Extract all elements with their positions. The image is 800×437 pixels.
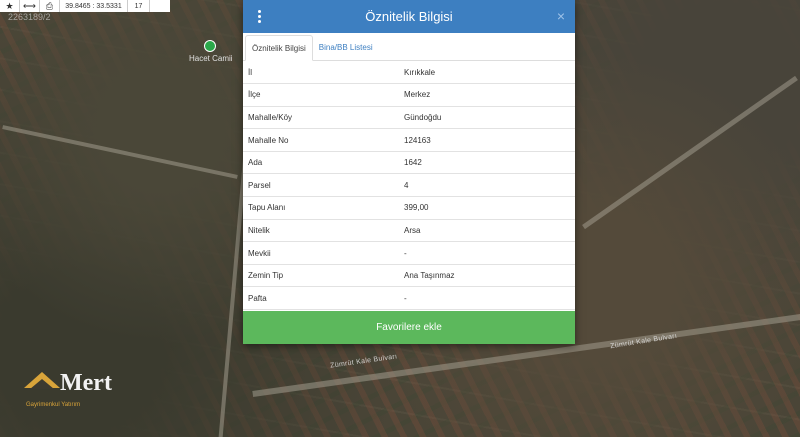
poi-label: Hacet Camii bbox=[189, 54, 233, 63]
road-diagonal bbox=[582, 75, 798, 230]
attribute-key: Mahalle No bbox=[248, 135, 289, 145]
star-icon[interactable]: ★ bbox=[0, 0, 20, 12]
attribute-key: Mahalle/Köy bbox=[248, 112, 293, 122]
attribute-value: Arsa bbox=[404, 225, 421, 235]
logo-subtitle: Gayrimenkul Yatırım bbox=[26, 402, 81, 408]
attribute-key: Pafta bbox=[248, 293, 267, 303]
map-toolbar: ★ ⟷ ⎙ 39.8465 : 33.5331 17 bbox=[0, 0, 170, 12]
attribute-value: 124163 bbox=[404, 135, 431, 145]
attribute-value: Merkez bbox=[404, 90, 431, 100]
table-row: Parsel 4 bbox=[243, 174, 575, 197]
ruler-icon[interactable]: ⟷ bbox=[20, 0, 40, 12]
attribute-key: Nitelik bbox=[248, 225, 270, 235]
zoom-level: 17 bbox=[128, 0, 150, 12]
attribute-value: 1642 bbox=[404, 158, 422, 168]
dialog-tabs: Öznitelik Bilgisi Bina/BB Listesi bbox=[243, 33, 575, 61]
print-icon[interactable]: ⎙ bbox=[40, 0, 60, 12]
company-logo: Mert Gayrimenkul Yatırım bbox=[24, 366, 128, 414]
table-row: Mahalle/Köy Gündoğdu bbox=[243, 106, 575, 129]
attribute-value: Gündoğdu bbox=[404, 112, 442, 122]
attribute-value: - bbox=[404, 248, 407, 258]
attribute-key: Mevkii bbox=[248, 248, 271, 258]
table-row: Nitelik Arsa bbox=[243, 219, 575, 242]
logo-word: Mert bbox=[60, 370, 112, 396]
road-left bbox=[2, 125, 238, 179]
kebab-menu-icon[interactable] bbox=[253, 9, 265, 25]
table-row: İlçe Merkez bbox=[243, 84, 575, 107]
close-icon[interactable]: × bbox=[557, 8, 565, 24]
attribute-key: Zemin Tip bbox=[248, 271, 284, 281]
attribute-value: Kırıkkale bbox=[404, 67, 436, 77]
attribute-value: Ana Taşınmaz bbox=[404, 271, 455, 281]
road-label: Zümrüt Kale Bulvarı bbox=[329, 353, 398, 370]
add-favorite-button[interactable]: Favorilere ekle bbox=[243, 311, 575, 344]
attribute-table: İl Kırıkkale İlçe Merkez Mahalle/Köy Gündoğdu… bbox=[243, 61, 575, 310]
coordinate-readout: 39.8465 : 33.5331 bbox=[60, 0, 128, 12]
attribute-value: 399,00 bbox=[404, 203, 429, 213]
table-row: Mevkii - bbox=[243, 242, 575, 265]
table-row: Ada 1642 bbox=[243, 151, 575, 174]
attribute-value: 4 bbox=[404, 180, 409, 190]
attribute-key: İlçe bbox=[248, 90, 261, 100]
attribute-key: Tapu Alanı bbox=[248, 203, 286, 213]
attribute-dialog: Öznitelik Bilgisi × Öznitelik Bilgisi Bi… bbox=[243, 0, 575, 344]
attribute-key: Ada bbox=[248, 158, 263, 168]
table-row: Tapu Alanı 399,00 bbox=[243, 197, 575, 220]
attribute-value: - bbox=[404, 293, 407, 303]
attribute-key: İl bbox=[248, 67, 252, 77]
table-row: İl Kırıkkale bbox=[243, 61, 575, 84]
tab-attributes[interactable]: Öznitelik Bilgisi bbox=[245, 35, 313, 61]
map-overlay-text: 2263189/2 bbox=[8, 12, 51, 22]
table-row: Mahalle No 124163 bbox=[243, 129, 575, 152]
dialog-title: Öznitelik Bilgisi bbox=[365, 9, 453, 24]
table-row: Pafta - bbox=[243, 287, 575, 310]
mosque-icon[interactable] bbox=[204, 40, 216, 52]
table-row: Zemin Tip Ana Taşınmaz bbox=[243, 264, 575, 287]
attribute-key: Parsel bbox=[248, 180, 271, 190]
tab-building-list[interactable]: Bina/BB Listesi bbox=[313, 34, 379, 60]
dialog-header: Öznitelik Bilgisi × bbox=[243, 0, 575, 33]
